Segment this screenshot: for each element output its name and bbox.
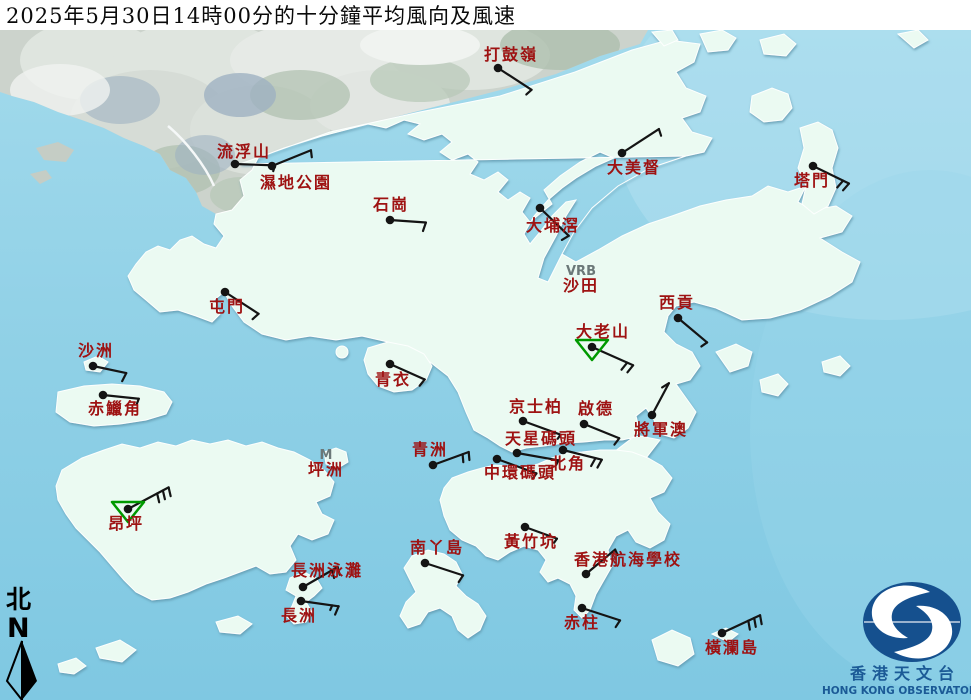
station-dot [520,522,530,532]
station-label: 啟德 [578,399,614,418]
station-dot [420,558,430,568]
station-dot [535,203,545,213]
weather-map-screenshot: 2025年5月30日14時00分的十分鐘平均風向及風速 打鼓嶺 流浮山 濕地公園… [0,0,971,700]
station-dot [808,161,818,171]
station-label: 青衣 [375,370,411,389]
station-label: 西貢 [659,293,695,312]
wind-barb-feather [753,616,757,628]
station-label: 長洲泳灘 [291,561,363,580]
station-label: 大美督 [607,158,661,177]
wind-barb-feather [461,453,465,464]
station-label: 大埔滘 [526,216,580,235]
station-dot [717,628,727,638]
station-dot [428,460,438,470]
station-dot [587,342,597,352]
station-label: 沙洲 [78,341,114,360]
station-label: 赤鱲角 [88,399,142,418]
hko-name-cjk: 香港天文台 [849,664,960,683]
station-sha-tin: VRB沙田 [563,264,599,295]
station-label: 塔門 [794,171,830,190]
station-label: 將軍澳 [634,420,688,439]
wind-barb-feather [747,619,751,631]
station-dot [492,454,502,464]
station-dot [98,390,108,400]
station-dot [673,313,683,323]
wind-barb-feather [758,614,763,626]
station-label: 打鼓嶺 [484,45,538,64]
station-dot [558,445,568,455]
station-dot [518,416,528,426]
map-title: 2025年5月30日14時00分的十分鐘平均風向及風速 [6,4,516,28]
wind-barb-feather [309,149,313,159]
station-label: 沙田 [563,276,599,295]
station-label: 流浮山 [217,142,271,161]
station-label: 坪洲 [308,460,344,479]
station-label: 長洲 [281,606,317,625]
station-dot [493,63,503,73]
station-dot [647,410,657,420]
station-label: 石崗 [372,195,409,214]
station-dot [88,361,98,371]
station-label: 濕地公園 [260,173,332,192]
station-dot [512,448,522,458]
map-canvas: 打鼓嶺流浮山濕地公園石崗大埔滘 大美督塔門 VRB沙田西貢 屯門沙洲赤鱲角 青衣 大老山京… [0,0,971,700]
hko-name-en: HONG KONG OBSERVATORY [822,685,971,697]
station-label: 香港航海學校 [573,550,682,569]
wind-barb-feather [467,450,471,462]
title-bar: 2025年5月30日14時00分的十分鐘平均風向及風速 [0,0,971,30]
station-label: 天星碼頭 [505,429,577,448]
north-label-n: N [7,613,30,644]
station-label: 中環碼頭 [484,463,556,482]
station-label: 赤柱 [564,613,600,632]
station-label: 南丫島 [410,538,464,557]
station-dot [617,148,627,158]
station-dot [220,287,230,297]
station-dot [579,419,589,429]
station-label: 青洲 [412,440,448,459]
station-dot [577,603,587,613]
station-dot [581,569,591,579]
station-label: 屯門 [209,297,245,316]
station-label: 橫瀾島 [705,638,759,657]
north-label-cjk: 北 [6,585,31,614]
station-label: 大老山 [576,322,630,341]
station-dot [267,161,277,171]
station-label: 昂坪 [108,514,144,533]
station-dot [385,359,395,369]
station-dot [385,215,395,225]
station-label: 京士柏 [509,397,563,416]
station-dot [123,504,133,514]
station-label: 黃竹坑 [503,532,558,551]
station-dot [296,596,306,606]
station-dot [298,582,308,592]
